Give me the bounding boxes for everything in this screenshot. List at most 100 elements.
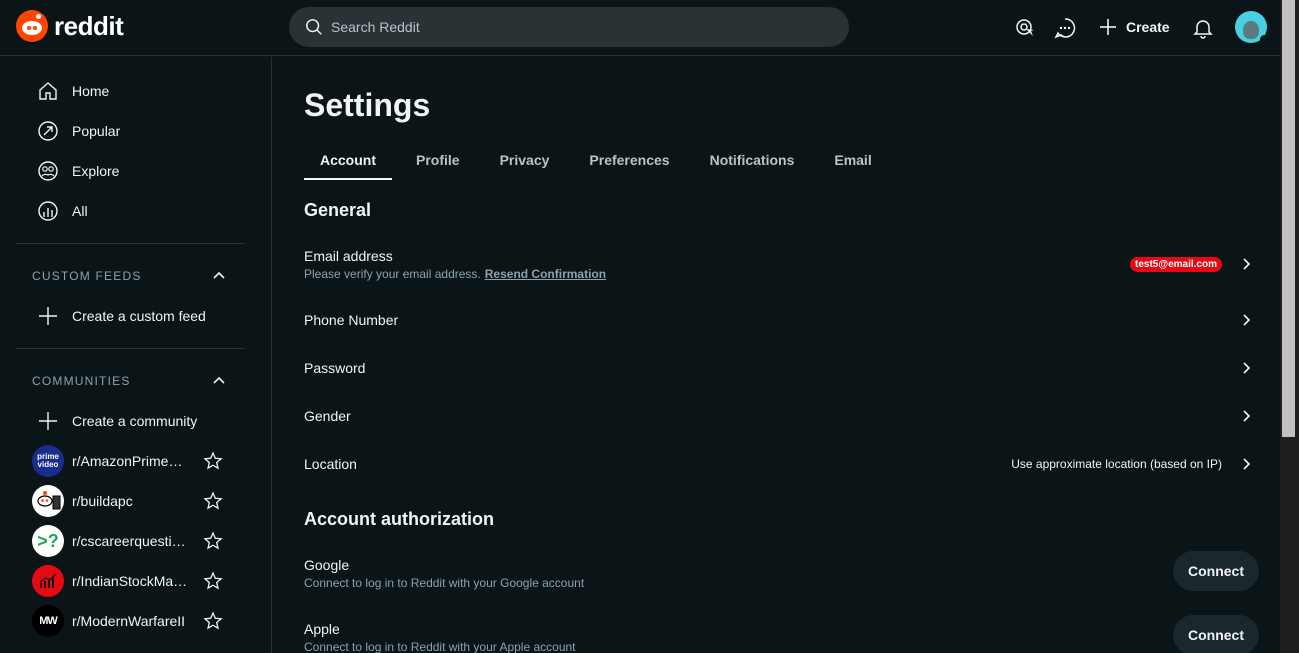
reddit-logo[interactable]: reddit (16, 10, 124, 42)
tab-preferences[interactable]: Preferences (573, 141, 685, 179)
google-label: Google (304, 556, 350, 573)
create-community-label: Create a community (72, 413, 198, 429)
snoo-avatar-icon (1243, 21, 1259, 39)
nav-popular-label: Popular (72, 123, 121, 139)
search-input[interactable] (331, 19, 811, 35)
chevron-up-icon[interactable] (211, 268, 227, 284)
nav-home-label: Home (72, 83, 110, 99)
create-button[interactable]: Create (1090, 10, 1178, 44)
reddit-snoo-icon (16, 10, 48, 42)
star-icon[interactable] (203, 491, 223, 511)
location-value: Use approximate location (based on IP) (1011, 457, 1222, 471)
email-verify-text: Please verify your email address. Resend … (304, 266, 607, 281)
buildapc-icon (32, 485, 64, 517)
resend-confirmation-link[interactable]: Resend Confirmation (485, 267, 606, 281)
page-scrollbar[interactable] (1280, 0, 1299, 653)
custom-feeds-title[interactable]: CUSTOM FEEDS (32, 269, 142, 283)
tab-notifications[interactable]: Notifications (694, 141, 811, 179)
plus-icon (36, 409, 60, 433)
phone-number-row[interactable]: Phone Number (304, 309, 1252, 331)
community-item[interactable]: r/IndianStockMarket (32, 563, 232, 599)
google-connect-button[interactable]: Connect (1173, 551, 1259, 591)
google-auth-row: Google Connect to log in to Reddit with … (304, 551, 1259, 593)
account-authorization-heading: Account authorization (304, 509, 494, 529)
nav-popular[interactable]: Popular (16, 111, 244, 151)
logo-text: reddit (54, 10, 124, 41)
plus-icon (1100, 19, 1116, 35)
search-bar[interactable] (289, 7, 849, 47)
email-address-label: Email address (304, 247, 393, 264)
gender-row[interactable]: Gender (304, 405, 1252, 427)
scrollbar-thumb[interactable] (1282, 0, 1295, 437)
nav-all-label: All (72, 203, 88, 219)
location-row[interactable]: Location Use approximate location (based… (304, 453, 1252, 475)
google-description: Connect to log in to Reddit with your Go… (304, 575, 585, 590)
create-custom-feed-button[interactable]: Create a custom feed (16, 296, 244, 336)
nav-explore[interactable]: Explore (16, 151, 244, 191)
gender-label: Gender (304, 408, 351, 424)
all-icon (36, 199, 60, 223)
community-item[interactable]: >? r/cscareerquestions (32, 523, 232, 559)
star-icon[interactable] (203, 571, 223, 591)
general-heading: General (304, 200, 372, 220)
password-row[interactable]: Password (304, 357, 1252, 379)
cscareerquestions-icon: >? (32, 525, 64, 557)
nav-explore-label: Explore (72, 163, 120, 179)
tab-email[interactable]: Email (818, 141, 887, 179)
search-icon (306, 19, 322, 35)
create-custom-feed-label: Create a custom feed (72, 308, 206, 324)
tab-account[interactable]: Account (304, 141, 392, 180)
chevron-right-icon (1243, 362, 1251, 374)
online-status-dot (1260, 35, 1267, 43)
sidebar-divider (16, 243, 245, 244)
chat-icon[interactable] (1049, 12, 1081, 44)
popular-icon (36, 119, 60, 143)
sidebar-divider (16, 348, 245, 349)
amazon-prime-video-icon: prime video (32, 445, 64, 477)
create-community-button[interactable]: Create a community (16, 401, 244, 441)
modernwarfare-icon: MW (32, 605, 64, 637)
location-label: Location (304, 456, 357, 472)
chevron-right-icon (1243, 314, 1251, 326)
community-name: r/buildapc (72, 493, 133, 509)
community-name: r/IndianStockMarket (72, 573, 188, 589)
community-name: r/AmazonPrimeVideo (72, 453, 188, 469)
create-label: Create (1126, 19, 1170, 35)
nav-home[interactable]: Home (16, 71, 244, 111)
apple-auth-row: Apple Connect to log in to Reddit with y… (304, 615, 1259, 653)
home-icon (36, 79, 60, 103)
plus-icon (36, 304, 60, 328)
user-avatar[interactable] (1235, 11, 1267, 43)
notifications-icon[interactable] (1187, 12, 1219, 44)
left-sidebar: Home Popular Explore All CUSTOM FEEDS Cr… (0, 57, 272, 653)
settings-main: Settings Account Profile Privacy Prefere… (272, 57, 1280, 653)
top-header: reddit Create (0, 0, 1280, 56)
star-icon[interactable] (203, 611, 223, 631)
community-item[interactable]: r/buildapc (32, 483, 232, 519)
page-title: Settings (304, 87, 431, 123)
chevron-right-icon (1243, 410, 1251, 422)
password-label: Password (304, 360, 366, 376)
email-value: test5@email.com (1129, 256, 1222, 272)
nav-all[interactable]: All (16, 191, 244, 231)
communities-title[interactable]: COMMUNITIES (32, 374, 131, 388)
community-name: r/ModernWarfareII (72, 613, 186, 629)
tab-privacy[interactable]: Privacy (484, 141, 566, 179)
chevron-right-icon (1243, 458, 1251, 470)
community-name: r/cscareerquestions (72, 533, 188, 549)
explore-icon (36, 159, 60, 183)
chevron-right-icon (1243, 258, 1251, 270)
email-address-row[interactable]: Email address Please verify your email a… (304, 245, 1252, 283)
community-item[interactable]: prime video r/AmazonPrimeVideo (32, 443, 232, 479)
apple-connect-button[interactable]: Connect (1173, 615, 1259, 653)
apple-label: Apple (304, 620, 340, 637)
settings-tabs: Account Profile Privacy Preferences Noti… (304, 141, 896, 180)
tab-profile[interactable]: Profile (400, 141, 476, 179)
star-icon[interactable] (203, 531, 223, 551)
phone-number-label: Phone Number (304, 312, 399, 328)
chevron-up-icon[interactable] (211, 373, 227, 389)
star-icon[interactable] (203, 451, 223, 471)
indianstockmarket-icon (32, 565, 64, 597)
advertise-icon[interactable] (1009, 12, 1041, 44)
community-item[interactable]: MW r/ModernWarfareII (32, 603, 232, 639)
